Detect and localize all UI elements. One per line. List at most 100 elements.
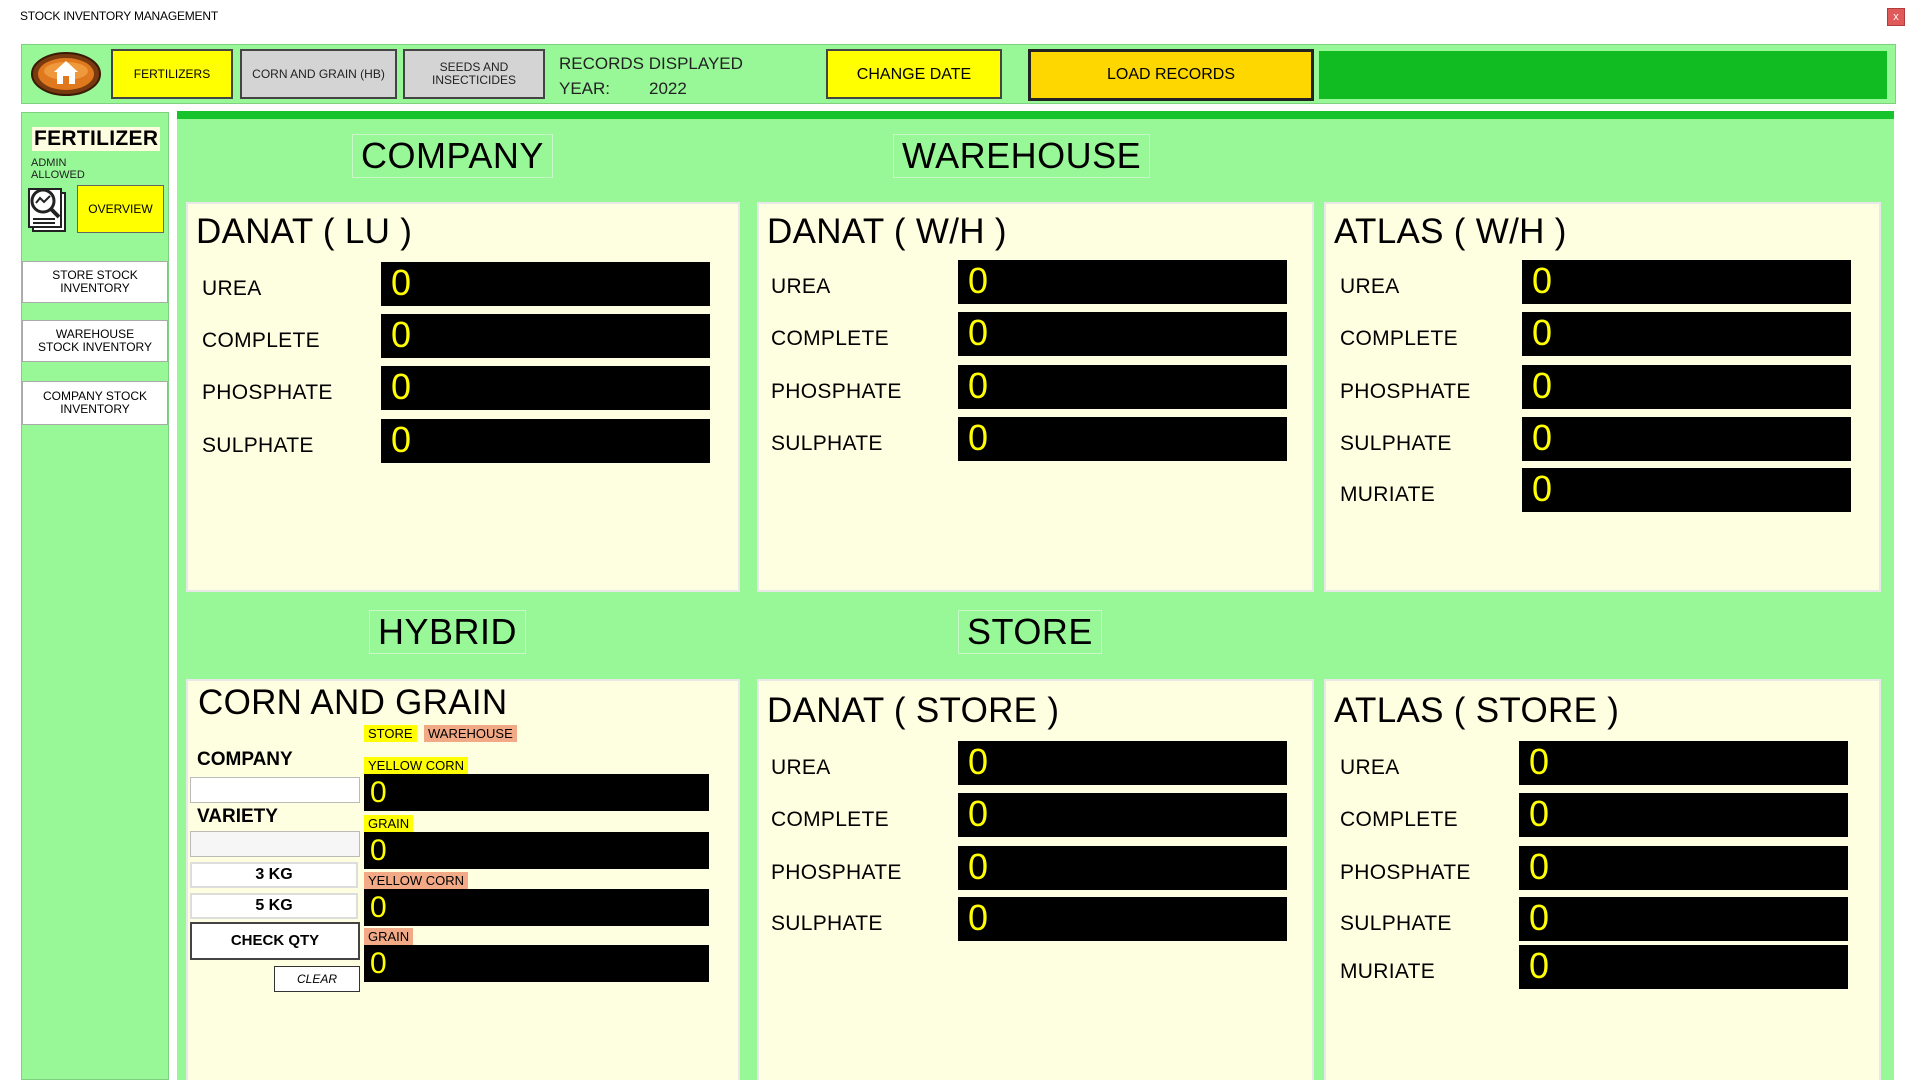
value-sulphate: 0 [958,897,1287,941]
value-sulphate: 0 [958,417,1287,461]
row-label-urea: UREA [771,756,831,779]
close-button[interactable]: x [1887,8,1905,26]
sidebar: FERTILIZER ADMIN ALLOWED OVERVIEW STORE … [21,112,169,1080]
row-label-complete: COMPLETE [202,329,320,352]
row-label-phosphate: PHOSPHATE [202,381,333,404]
year-label: YEAR: [559,79,611,98]
overview-button[interactable]: OVERVIEW [77,185,164,233]
panel-title: CORN AND GRAIN [198,683,508,722]
panel-title: ATLAS ( W/H ) [1334,212,1567,251]
row-label-phosphate: PHOSPHATE [1340,380,1471,403]
section-hybrid: HYBRID [369,610,527,654]
row-label-urea: UREA [1340,756,1400,779]
panel-title: DANAT ( W/H ) [767,212,1007,251]
value-phosphate: 0 [381,366,710,410]
admin-status: ADMIN ALLOWED [31,157,85,181]
company-field[interactable] [190,777,360,803]
section-store: STORE [958,610,1102,654]
value-urea: 0 [1519,741,1848,785]
admin-label: ADMIN [31,157,67,169]
check-qty-button[interactable]: CHECK QTY [190,922,360,960]
seeds-insecticides-button[interactable]: SEEDS AND INSECTICIDES [403,49,545,99]
store-yellow-corn-tag: YELLOW CORN [364,757,469,774]
row-label-phosphate: PHOSPHATE [1340,861,1471,884]
load-records-button[interactable]: LOAD RECORDS [1028,49,1314,101]
allowed-label: ALLOWED [31,169,85,181]
row-label-complete: COMPLETE [1340,327,1458,350]
value-muriate: 0 [1519,945,1848,989]
value-complete: 0 [381,314,710,358]
panel-title: DANAT ( LU ) [196,212,413,251]
year-value: 2022 [649,79,687,98]
corn-grain-button[interactable]: CORN AND GRAIN (HB) [240,49,397,99]
warehouse-grain-tag: GRAIN [364,928,414,945]
value-phosphate: 0 [1519,846,1848,890]
value-complete: 0 [1519,793,1848,837]
row-label-complete: COMPLETE [771,327,889,350]
report-search-icon [25,183,73,235]
value-urea: 0 [1522,260,1851,304]
row-label-sulphate: SULPHATE [1340,912,1452,935]
panel-danat-store: DANAT ( STORE ) UREA 0 COMPLETE 0 PHOSPH… [757,679,1314,1080]
row-label-sulphate: SULPHATE [771,912,883,935]
section-warehouse: WAREHOUSE [893,134,1151,178]
value-urea: 0 [958,741,1287,785]
row-label-phosphate: PHOSPHATE [771,861,902,884]
row-label-urea: UREA [202,277,262,300]
warehouse-stock-inventory-button[interactable]: WAREHOUSE STOCK INVENTORY [22,320,168,362]
section-company: COMPANY [352,134,553,178]
store-grain-value: 0 [364,832,709,869]
store-grain-tag: GRAIN [364,815,414,832]
store-yellow-corn-value: 0 [364,774,709,811]
change-date-button[interactable]: CHANGE DATE [826,49,1002,99]
row-label-muriate: MURIATE [1340,960,1436,983]
panel-danat-lu: DANAT ( LU ) UREA 0 COMPLETE 0 PHOSPHATE… [186,202,740,592]
value-sulphate: 0 [381,419,710,463]
row-label-urea: UREA [771,275,831,298]
warehouse-yellow-corn-value: 0 [364,889,709,926]
row-label-sulphate: SULPHATE [1340,432,1452,455]
value-sulphate: 0 [1519,897,1848,941]
clear-button[interactable]: CLEAR [274,966,360,992]
row-label-sulphate: SULPHATE [202,434,314,457]
status-bar [1319,51,1887,99]
row-label-complete: COMPLETE [771,808,889,831]
store-tag: STORE [364,725,417,742]
variety-label: VARIETY [197,806,278,827]
home-button[interactable] [30,51,102,97]
store-stock-inventory-button[interactable]: STORE STOCK INVENTORY [22,261,168,303]
value-complete: 0 [1522,312,1851,356]
sidebar-title: FERTILIZER [32,127,161,151]
5kg-button[interactable]: 5 KG [190,893,358,919]
panel-title: DANAT ( STORE ) [767,691,1060,730]
panel-title: ATLAS ( STORE ) [1334,691,1620,730]
value-phosphate: 0 [958,846,1287,890]
row-label-urea: UREA [1340,275,1400,298]
panel-danat-wh: DANAT ( W/H ) UREA 0 COMPLETE 0 PHOSPHAT… [757,202,1314,592]
value-sulphate: 0 [1522,417,1851,461]
value-complete: 0 [958,312,1287,356]
panel-atlas-store: ATLAS ( STORE ) UREA 0 COMPLETE 0 PHOSPH… [1324,679,1881,1080]
window-title: STOCK INVENTORY MANAGEMENT [20,9,218,23]
main-area: COMPANY WAREHOUSE HYBRID STORE DANAT ( L… [177,111,1894,1080]
fertilizers-button[interactable]: FERTILIZERS [111,49,233,99]
company-stock-inventory-button[interactable]: COMPANY STOCK INVENTORY [22,381,168,425]
title-bar: STOCK INVENTORY MANAGEMENT x [0,0,1920,32]
row-label-muriate: MURIATE [1340,483,1436,506]
toolbar: FERTILIZERS CORN AND GRAIN (HB) SEEDS AN… [21,44,1896,104]
value-phosphate: 0 [958,365,1287,409]
panel-corn-grain: CORN AND GRAIN STORE WAREHOUSE COMPANY V… [186,679,740,1080]
value-phosphate: 0 [1522,365,1851,409]
value-complete: 0 [958,793,1287,837]
warehouse-grain-value: 0 [364,945,709,982]
3kg-button[interactable]: 3 KG [190,862,358,888]
row-label-sulphate: SULPHATE [771,432,883,455]
row-label-phosphate: PHOSPHATE [771,380,902,403]
records-displayed-label: RECORDS DISPLAYED [559,54,743,73]
home-icon [31,52,101,96]
value-muriate: 0 [1522,468,1851,512]
warehouse-yellow-corn-tag: YELLOW CORN [364,872,469,889]
value-urea: 0 [381,262,710,306]
variety-field[interactable] [190,831,360,857]
row-label-complete: COMPLETE [1340,808,1458,831]
